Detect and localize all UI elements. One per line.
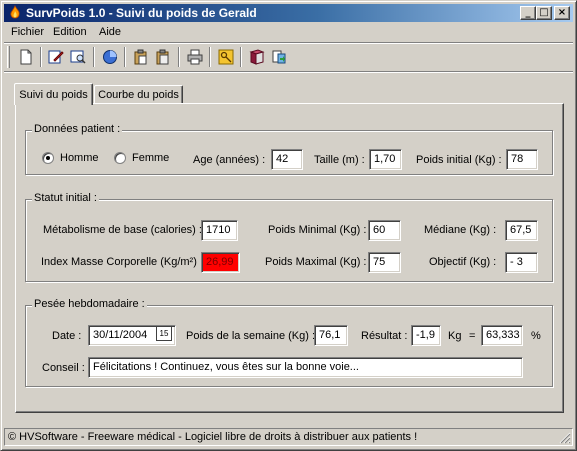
age-field[interactable]: 42: [271, 149, 303, 170]
bmi-field[interactable]: 26,99: [201, 252, 240, 273]
toolbar-separator-line: [4, 71, 573, 73]
min-weight-label: Poids Minimal (Kg) :: [268, 224, 367, 236]
edit-icon: [48, 50, 64, 64]
result-field[interactable]: -1,9: [411, 325, 441, 346]
maximize-button[interactable]: □: [536, 6, 552, 20]
radio-femme-label[interactable]: Femme: [132, 152, 169, 164]
print-icon: [187, 49, 203, 65]
minimize-button[interactable]: _: [520, 6, 536, 20]
min-weight-field[interactable]: 60: [368, 220, 401, 241]
bmi-label: Index Masse Corporelle (Kg/m²) :: [41, 256, 203, 268]
equals-sign: =: [469, 330, 476, 342]
paste-icon: [134, 49, 147, 65]
chart-icon: [103, 50, 117, 64]
book-icon: [249, 49, 265, 65]
app-logo-icon: [10, 5, 20, 19]
toolbar-separator: [93, 47, 95, 67]
status-text: © HVSoftware - Freeware médical - Logici…: [8, 431, 418, 443]
paste-special-icon: [156, 49, 169, 65]
key-button[interactable]: [216, 47, 236, 67]
status-groupbox: Statut initial : Métabolisme de base (ca…: [25, 192, 553, 282]
preview-button[interactable]: [68, 47, 88, 67]
height-label: Taille (m) :: [314, 154, 365, 166]
date-field[interactable]: 30/11/2004 15: [88, 325, 176, 346]
print-button[interactable]: [185, 47, 205, 67]
paste-special-button[interactable]: [153, 47, 173, 67]
bmr-field[interactable]: 1710: [201, 220, 238, 241]
status-bar: © HVSoftware - Freeware médical - Logici…: [4, 428, 573, 446]
toolbar: [4, 44, 573, 70]
goal-label: Objectif (Kg) :: [429, 256, 497, 268]
toolbar-separator: [124, 47, 126, 67]
initial-weight-label: Poids initial (Kg) :: [416, 154, 502, 166]
tab-label: Suivi du poids: [19, 89, 88, 101]
result-label: Résultat :: [361, 330, 408, 342]
book-button[interactable]: [247, 47, 267, 67]
median-field[interactable]: 67,5: [505, 220, 538, 241]
toolbar-separator: [178, 47, 180, 67]
toolbar-grip[interactable]: [7, 46, 10, 68]
patient-groupbox-title: Données patient :: [32, 123, 123, 135]
max-weight-label: Poids Maximal (Kg) :: [265, 256, 367, 268]
export-icon: [272, 50, 286, 64]
title-bar[interactable]: SurvPoids 1.0 - Suivi du poids de Gerald…: [4, 4, 573, 22]
toolbar-separator: [240, 47, 242, 67]
close-button[interactable]: ×: [554, 6, 570, 20]
window-title: SurvPoids 1.0 - Suivi du poids de Gerald: [26, 6, 257, 20]
new-document-icon: [20, 49, 32, 65]
menu-aide[interactable]: Aide: [99, 26, 121, 38]
tab-panel: Données patient : Homme Femme Age (année…: [15, 103, 564, 413]
date-label: Date :: [52, 330, 82, 342]
percent-unit: %: [531, 330, 541, 342]
percent-field[interactable]: 63,333: [481, 325, 523, 346]
advice-label: Conseil :: [42, 362, 85, 374]
initial-weight-field[interactable]: 78: [506, 149, 538, 170]
menu-fichier[interactable]: Fichier: [11, 26, 44, 38]
menu-edition[interactable]: Edition: [53, 26, 87, 38]
week-weight-field[interactable]: 76,1: [314, 325, 348, 346]
chart-button[interactable]: [100, 47, 120, 67]
tab-courbe-du-poids[interactable]: Courbe du poids: [94, 85, 183, 103]
goal-field[interactable]: - 3: [505, 252, 538, 273]
export-button[interactable]: [269, 47, 289, 67]
calendar-button[interactable]: 15: [156, 326, 172, 341]
weekly-groupbox-title: Pesée hebdomadaire :: [32, 298, 147, 310]
median-label: Médiane (Kg) :: [424, 224, 497, 236]
radio-homme-label[interactable]: Homme: [60, 152, 99, 164]
radio-homme[interactable]: [42, 152, 54, 164]
resize-grip-icon[interactable]: [559, 432, 571, 444]
tab-suivi-du-poids[interactable]: Suivi du poids: [14, 83, 93, 105]
weekly-groupbox: Pesée hebdomadaire : Date : 30/11/2004 1…: [25, 298, 553, 387]
week-weight-label: Poids de la semaine (Kg) :: [186, 330, 316, 342]
toolbar-separator: [40, 47, 42, 67]
radio-selected-dot: [46, 156, 50, 160]
bmr-label: Métabolisme de base (calories) :: [43, 224, 202, 236]
height-field[interactable]: 1,70: [369, 149, 402, 170]
advice-field[interactable]: Félicitations ! Continuez, vous êtes sur…: [88, 357, 523, 378]
max-weight-field[interactable]: 75: [368, 252, 401, 273]
tab-label: Courbe du poids: [98, 89, 179, 101]
menu-bar: Fichier Edition Aide: [4, 24, 573, 42]
new-document-button[interactable]: [16, 47, 36, 67]
app-window: SurvPoids 1.0 - Suivi du poids de Gerald…: [0, 0, 577, 451]
edit-button[interactable]: [46, 47, 66, 67]
preview-icon: [70, 50, 86, 64]
date-value: 30/11/2004: [93, 329, 148, 341]
patient-groupbox: Données patient : Homme Femme Age (année…: [25, 123, 553, 175]
toolbar-separator: [209, 47, 211, 67]
age-label: Age (années) :: [193, 154, 266, 166]
paste-button[interactable]: [131, 47, 151, 67]
kg-unit: Kg: [448, 330, 462, 342]
radio-femme[interactable]: [114, 152, 126, 164]
status-groupbox-title: Statut initial :: [32, 192, 99, 204]
key-icon: [218, 49, 234, 65]
